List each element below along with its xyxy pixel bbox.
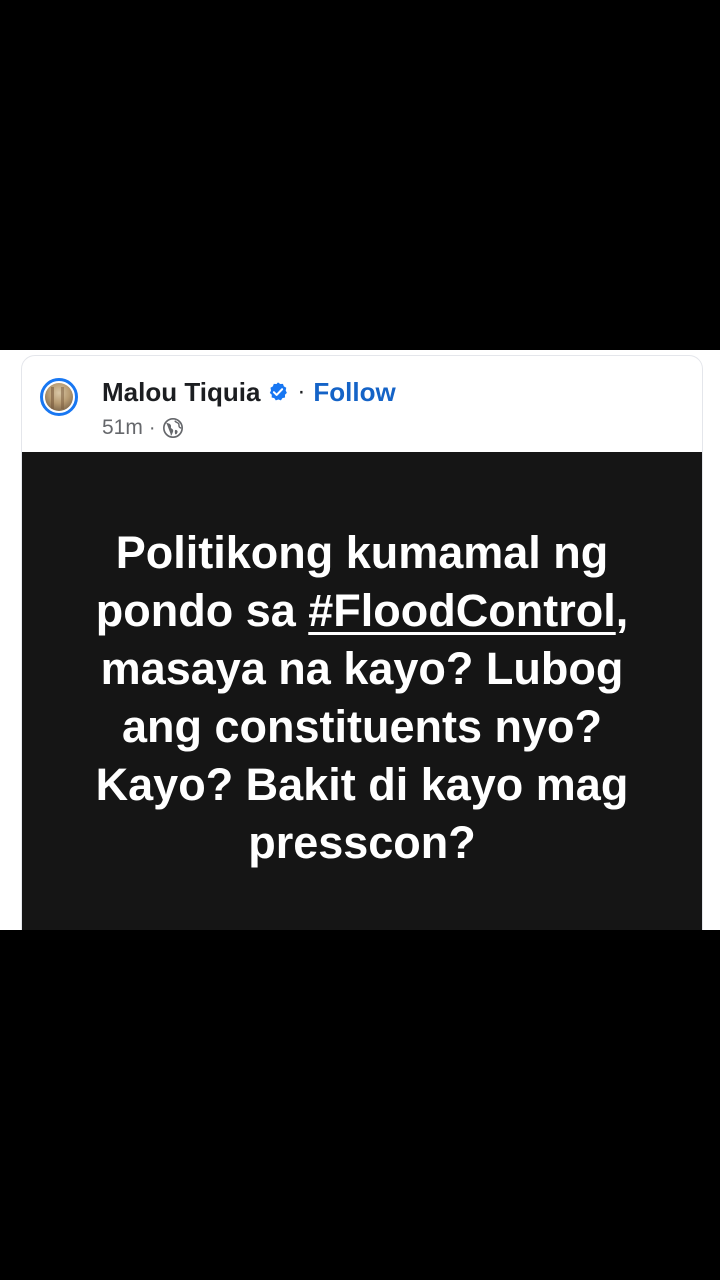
image-text-line-2-suffix: , — [615, 585, 629, 636]
image-text-line-1: Politikong kumamal ng — [115, 527, 609, 578]
meta-separator-dot: · — [148, 416, 156, 439]
post-image[interactable]: Politikong kumamal ng pondo sa #FloodCon… — [22, 452, 702, 930]
author-name[interactable]: Malou Tiquia — [102, 377, 260, 408]
image-text-line-5: Kayo? Bakit di kayo mag — [95, 759, 629, 810]
avatar-image — [45, 383, 73, 411]
author-row: Malou Tiquia · Follow — [102, 376, 396, 408]
image-text-line-2: pondo sa #FloodControl, — [22, 582, 702, 640]
image-text-line-3: masaya na kayo? Lubog — [100, 643, 624, 694]
post-time[interactable]: 51m — [102, 416, 143, 440]
globe-icon[interactable] — [162, 417, 184, 439]
post-header: Malou Tiquia · Follow 51m · — [22, 356, 702, 451]
separator-dot: · — [297, 378, 306, 405]
image-text-line-2-prefix: pondo sa — [95, 585, 309, 636]
post-card-area: Malou Tiquia · Follow 51m · Politikong k… — [0, 350, 720, 930]
image-text-line-4: ang constituents nyo? — [121, 701, 602, 752]
follow-button[interactable]: Follow — [313, 377, 395, 408]
author-avatar[interactable] — [40, 378, 78, 416]
verified-badge-icon — [270, 382, 288, 401]
screen: Malou Tiquia · Follow 51m · Politikong k… — [0, 0, 720, 1280]
post-meta: 51m · — [102, 414, 184, 442]
hashtag-link[interactable]: #FloodControl — [308, 585, 615, 636]
image-text-line-6: presscon? — [248, 817, 476, 868]
post-image-text: Politikong kumamal ng pondo sa #FloodCon… — [22, 524, 702, 872]
post-card: Malou Tiquia · Follow 51m · Politikong k… — [21, 355, 703, 930]
